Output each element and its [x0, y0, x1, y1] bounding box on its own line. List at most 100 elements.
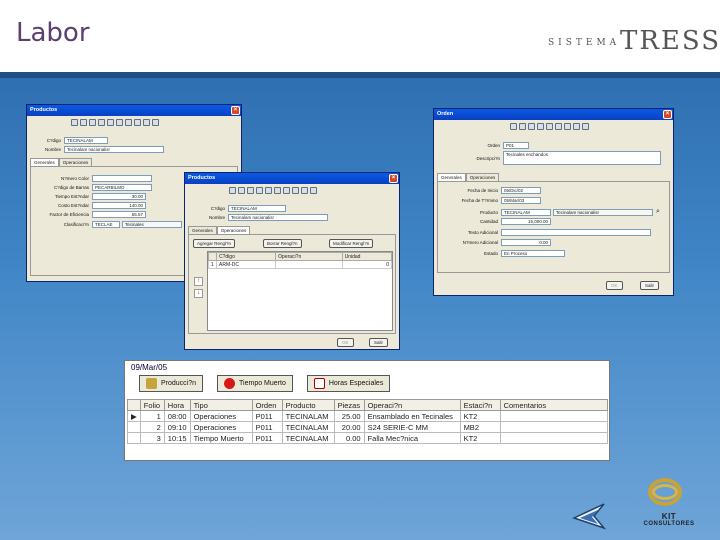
print-icon[interactable]	[265, 186, 272, 194]
grid-cell[interactable]	[499, 410, 609, 422]
grid-cell[interactable]: Operaciones	[189, 410, 253, 422]
prev-record-icon[interactable]	[80, 118, 87, 126]
borrar-renglon-button[interactable]: Borrar Rengl?n	[263, 239, 302, 248]
grid-cell[interactable]: 08:00	[163, 410, 191, 422]
grid-header[interactable]: Unidad	[341, 252, 393, 261]
grid-cell[interactable]: MB2	[459, 421, 501, 433]
table-row[interactable]: ▶ 1 08:00 Operaciones P011 TECINALAM 25.…	[127, 410, 609, 422]
table-row[interactable]: 1 ARM-DC 0	[208, 260, 393, 269]
clasificacion-field[interactable]: TECLAE	[92, 221, 120, 228]
tab-generales[interactable]: Generales	[30, 158, 59, 166]
save-icon[interactable]	[116, 118, 123, 126]
grid-header[interactable]: Orden	[251, 399, 283, 411]
move-down-icon[interactable]: ↓	[194, 289, 203, 298]
operaciones-grid[interactable]: C?digo Operaci?n Unidad 1 ARM-DC 0	[207, 251, 393, 331]
grid-cell[interactable]: KT2	[459, 432, 501, 444]
nombre-field[interactable]: Tecinalam nacionalisr	[228, 214, 328, 221]
grid-cell[interactable]: TECINALAM	[281, 432, 335, 444]
grid-cell[interactable]	[275, 260, 343, 269]
excel-icon[interactable]	[125, 118, 132, 126]
excel-icon[interactable]	[283, 186, 290, 194]
descripcion-field[interactable]: Tecinales enchandos	[503, 151, 661, 165]
copy-icon[interactable]	[301, 186, 308, 194]
next-record-icon[interactable]	[528, 122, 535, 130]
paste-icon[interactable]	[152, 118, 159, 126]
grid-cell[interactable]: 2	[139, 421, 165, 433]
tab-operaciones[interactable]: Operaciones	[465, 173, 500, 181]
productos-window-front[interactable]: Productos × C?digo TECINALAM Nombre Tecina…	[184, 172, 400, 350]
grid-cell[interactable]: 0.00	[333, 432, 365, 444]
grid-header[interactable]: Estaci?n	[459, 399, 501, 411]
grid-header[interactable]: Operaci?n	[275, 252, 343, 261]
copy-icon[interactable]	[143, 118, 150, 126]
grid-cell[interactable]: P011	[251, 421, 283, 433]
codigo-barras-field[interactable]: PECARBILMO	[92, 184, 152, 191]
texto-adicional-field[interactable]	[501, 229, 651, 236]
grid-cell[interactable]: TECINALAM	[281, 421, 335, 433]
grid-cell[interactable]	[499, 421, 609, 433]
close-icon[interactable]: ×	[231, 106, 240, 115]
grid-header[interactable]: Producto	[281, 399, 335, 411]
grid-cell[interactable]: Tiempo Muerto	[189, 432, 253, 444]
grid-cell[interactable]: P011	[251, 432, 283, 444]
tab-operaciones[interactable]: Operaciones	[58, 158, 93, 166]
close-icon[interactable]: ×	[389, 174, 398, 183]
agregar-renglon-button[interactable]: Agregar Rengl?n	[193, 239, 236, 248]
numero-color-field[interactable]	[92, 175, 152, 182]
grid-cell[interactable]	[499, 432, 609, 444]
search-icon[interactable]	[98, 118, 105, 126]
print-icon[interactable]	[537, 122, 544, 130]
cut-icon[interactable]	[564, 122, 571, 130]
next-record-icon[interactable]	[247, 186, 254, 194]
next-record-icon[interactable]	[89, 118, 96, 126]
orden-window[interactable]: Orden × Orden P01 Descripci?n Tecinales en…	[433, 108, 674, 296]
tiempo-field[interactable]: 30.00	[92, 193, 146, 200]
tab-operaciones[interactable]: Operaciones	[216, 226, 251, 234]
close-icon[interactable]: ×	[663, 110, 672, 119]
grid-cell[interactable]: ARM-DC	[215, 260, 277, 269]
ok-button[interactable]: OK	[606, 281, 623, 290]
table-row[interactable]: 2 09:10 Operaciones P011 TECINALAM 20.00…	[127, 421, 609, 433]
codigo-field[interactable]: TECINALAM	[64, 137, 108, 144]
grid-header[interactable]: Hora	[163, 399, 191, 411]
horas-especiales-button[interactable]: Horas Especiales	[306, 375, 391, 392]
grid-cell[interactable]: 3	[139, 432, 165, 444]
fecha-inicio-field[interactable]: 05/Dic/02	[501, 187, 541, 194]
tiempo-muerto-button[interactable]: Tiempo Muerto	[217, 375, 293, 392]
grid-header[interactable]: Piezas	[333, 399, 365, 411]
grid-cell[interactable]: 0	[341, 260, 393, 269]
save-icon[interactable]	[274, 186, 281, 194]
fecha-termino-field[interactable]: 05/Mar/03	[501, 197, 541, 204]
tab-generales[interactable]: Generales	[437, 173, 466, 181]
print-icon[interactable]	[107, 118, 114, 126]
ok-button[interactable]: OK	[337, 338, 354, 347]
modificar-renglon-button[interactable]: Modificar Rengl?n	[329, 239, 374, 248]
search-icon[interactable]: ⌕	[656, 208, 660, 216]
tab-generales[interactable]: Generales	[188, 226, 217, 234]
codigo-field[interactable]: TECINALAM	[228, 205, 286, 212]
grid-cell[interactable]: 1	[139, 410, 165, 422]
grid-cell[interactable]: 09:10	[163, 421, 191, 433]
titlebar[interactable]: Productos ×	[185, 173, 399, 184]
produccion-button[interactable]: Producci?n	[139, 375, 204, 392]
labor-capture-window[interactable]: 09/Mar/05 Producci?n Tiempo Muerto Horas…	[124, 360, 610, 461]
grid-cell[interactable]: 20.00	[333, 421, 365, 433]
grid-cell[interactable]: P011	[251, 410, 283, 422]
grid-header[interactable]: Comentarios	[499, 399, 609, 411]
eficiencia-field[interactable]: 55.57	[92, 211, 146, 218]
prev-record-icon[interactable]	[238, 186, 245, 194]
grid-cell[interactable]: 1	[208, 260, 217, 269]
grid-cell[interactable]: Falla Mec?nica	[363, 432, 461, 444]
paste-icon[interactable]	[582, 122, 589, 130]
search-icon[interactable]	[256, 186, 263, 194]
copy-icon[interactable]	[573, 122, 580, 130]
grid-header[interactable]: C?digo	[215, 252, 277, 261]
grid-cell[interactable]: Operaciones	[189, 421, 253, 433]
first-record-icon[interactable]	[229, 186, 236, 194]
orden-field[interactable]: P01	[503, 142, 529, 149]
grid-cell[interactable]: TECINALAM	[281, 410, 335, 422]
labor-grid[interactable]: Folio Hora Tipo Orden Producto Piezas Op…	[127, 399, 609, 444]
excel-icon[interactable]	[555, 122, 562, 130]
cut-icon[interactable]	[292, 186, 299, 194]
table-row[interactable]: 3 10:15 Tiempo Muerto P011 TECINALAM 0.0…	[127, 432, 609, 444]
